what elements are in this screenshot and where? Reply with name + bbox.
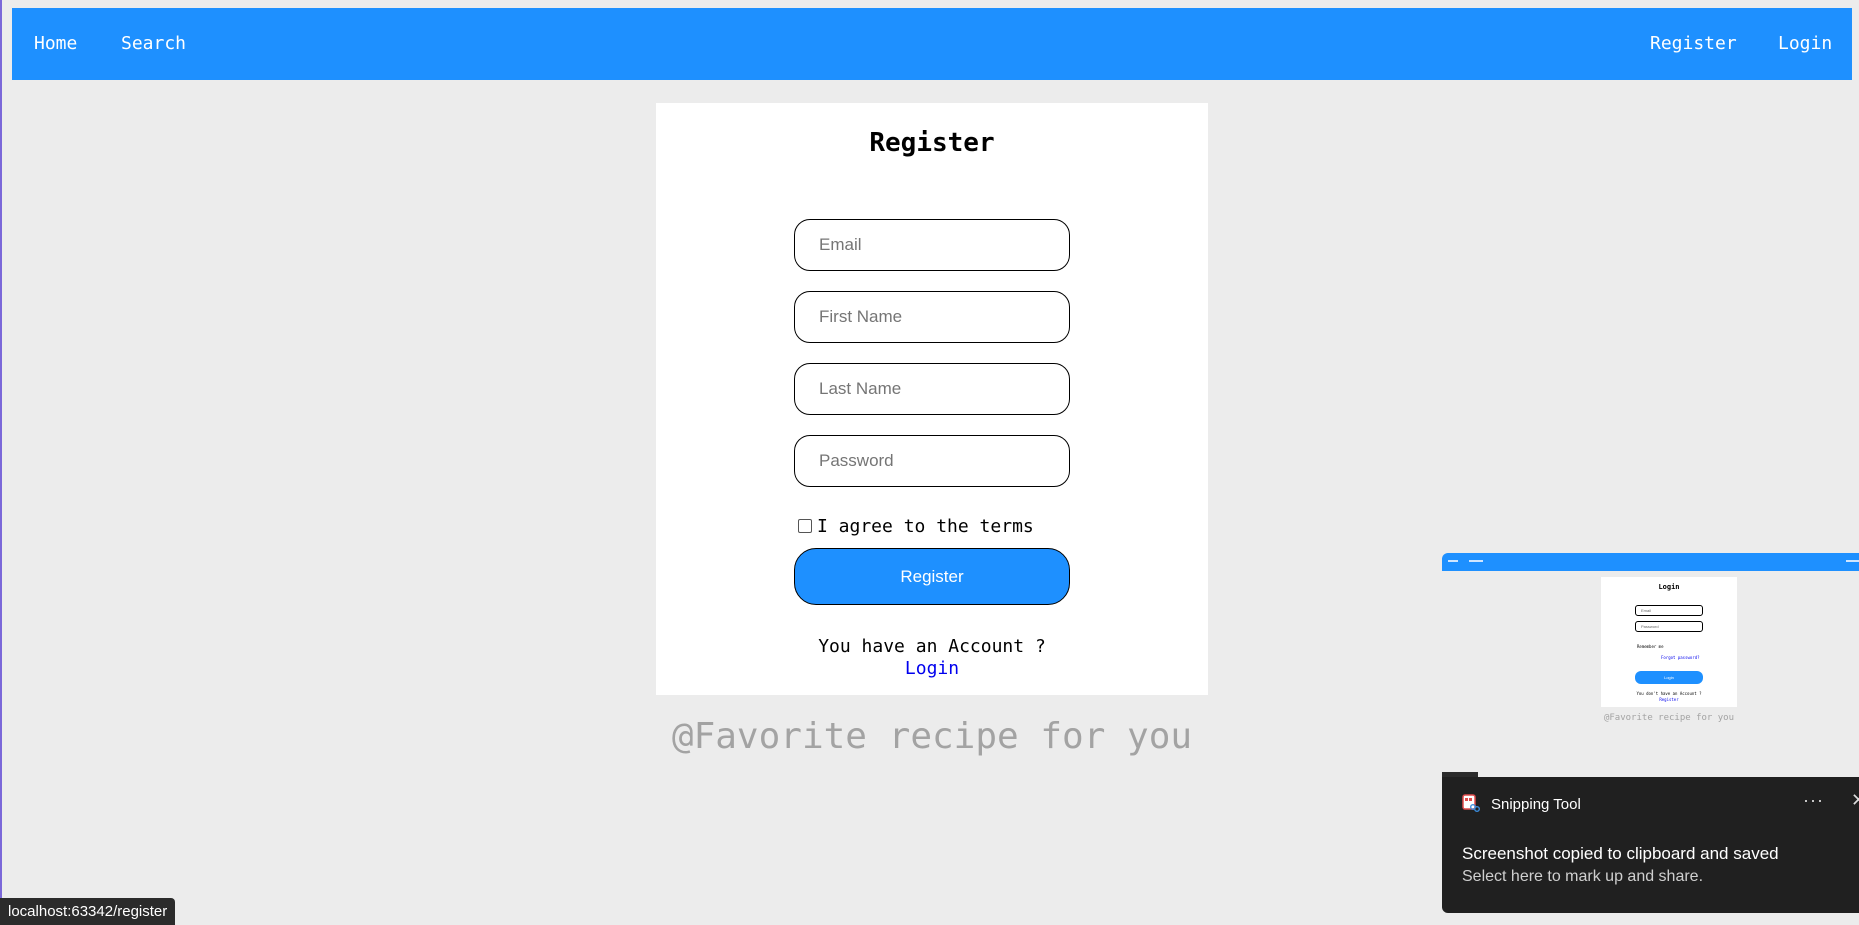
thumbnail-password-field: Password — [1635, 621, 1703, 632]
thumbnail-register-link: Register — [1659, 697, 1679, 702]
thumbnail-remember-label: Remember me — [1637, 644, 1664, 649]
more-options-icon[interactable]: ··· — [1803, 790, 1824, 811]
thumbnail-account-prompt: You don't have an Account ? — [1636, 691, 1702, 696]
thumbnail-login-button: Login — [1635, 671, 1703, 684]
thumbnail-nav-search — [1469, 560, 1483, 562]
thumbnail-card: Login Email Password Remember me Forgot … — [1601, 577, 1737, 707]
nav-login-link[interactable]: Login — [1778, 8, 1832, 80]
password-field[interactable] — [794, 435, 1070, 487]
terms-label: I agree to the terms — [817, 515, 1034, 537]
thumbnail-email-placeholder: Email — [1641, 608, 1652, 613]
snipping-tool-notification[interactable]: Snipping Tool ··· ✕ Screenshot copied to… — [1442, 777, 1859, 913]
thumbnail-nav-home — [1448, 560, 1458, 562]
thumbnail-nav-right — [1846, 560, 1859, 562]
screenshot-thumbnail[interactable]: Login Email Password Remember me Forgot … — [1442, 553, 1859, 777]
account-prompt: You have an Account ? — [818, 636, 1046, 657]
register-button[interactable]: Register — [794, 548, 1070, 605]
window-edge — [0, 0, 2, 925]
notification-app-name: Snipping Tool — [1491, 796, 1581, 813]
notification-body: Select here to mark up and share. — [1462, 868, 1704, 885]
terms-checkbox[interactable] — [798, 519, 812, 533]
thumbnail-title: Login — [1658, 583, 1680, 591]
email-field[interactable] — [794, 219, 1070, 271]
page-title: Register — [869, 128, 995, 158]
footer-tagline: @Favorite recipe for you — [671, 716, 1193, 757]
notification-title: Screenshot copied to clipboard and saved — [1462, 844, 1779, 863]
close-icon[interactable]: ✕ — [1851, 790, 1859, 811]
snipping-tool-icon — [1462, 794, 1480, 812]
thumbnail-navbar — [1442, 553, 1859, 571]
navbar: Home Search Register Login — [12, 8, 1852, 80]
thumbnail-tagline: @Favorite recipe for you — [1603, 713, 1735, 723]
nav-register-link[interactable]: Register — [1650, 8, 1737, 80]
nav-home-link[interactable]: Home — [34, 8, 77, 80]
nav-search-link[interactable]: Search — [121, 8, 186, 80]
thumbnail-forgot-link: Forgot password? — [1661, 655, 1700, 660]
thumbnail-password-placeholder: Password — [1641, 624, 1659, 629]
first-name-field[interactable] — [794, 291, 1070, 343]
login-link[interactable]: Login — [656, 658, 1208, 679]
thumbnail-email-field: Email — [1635, 605, 1703, 616]
terms-row: I agree to the terms — [798, 514, 1034, 538]
last-name-field[interactable] — [794, 363, 1070, 415]
status-bar-url: localhost:63342/register — [0, 898, 176, 925]
